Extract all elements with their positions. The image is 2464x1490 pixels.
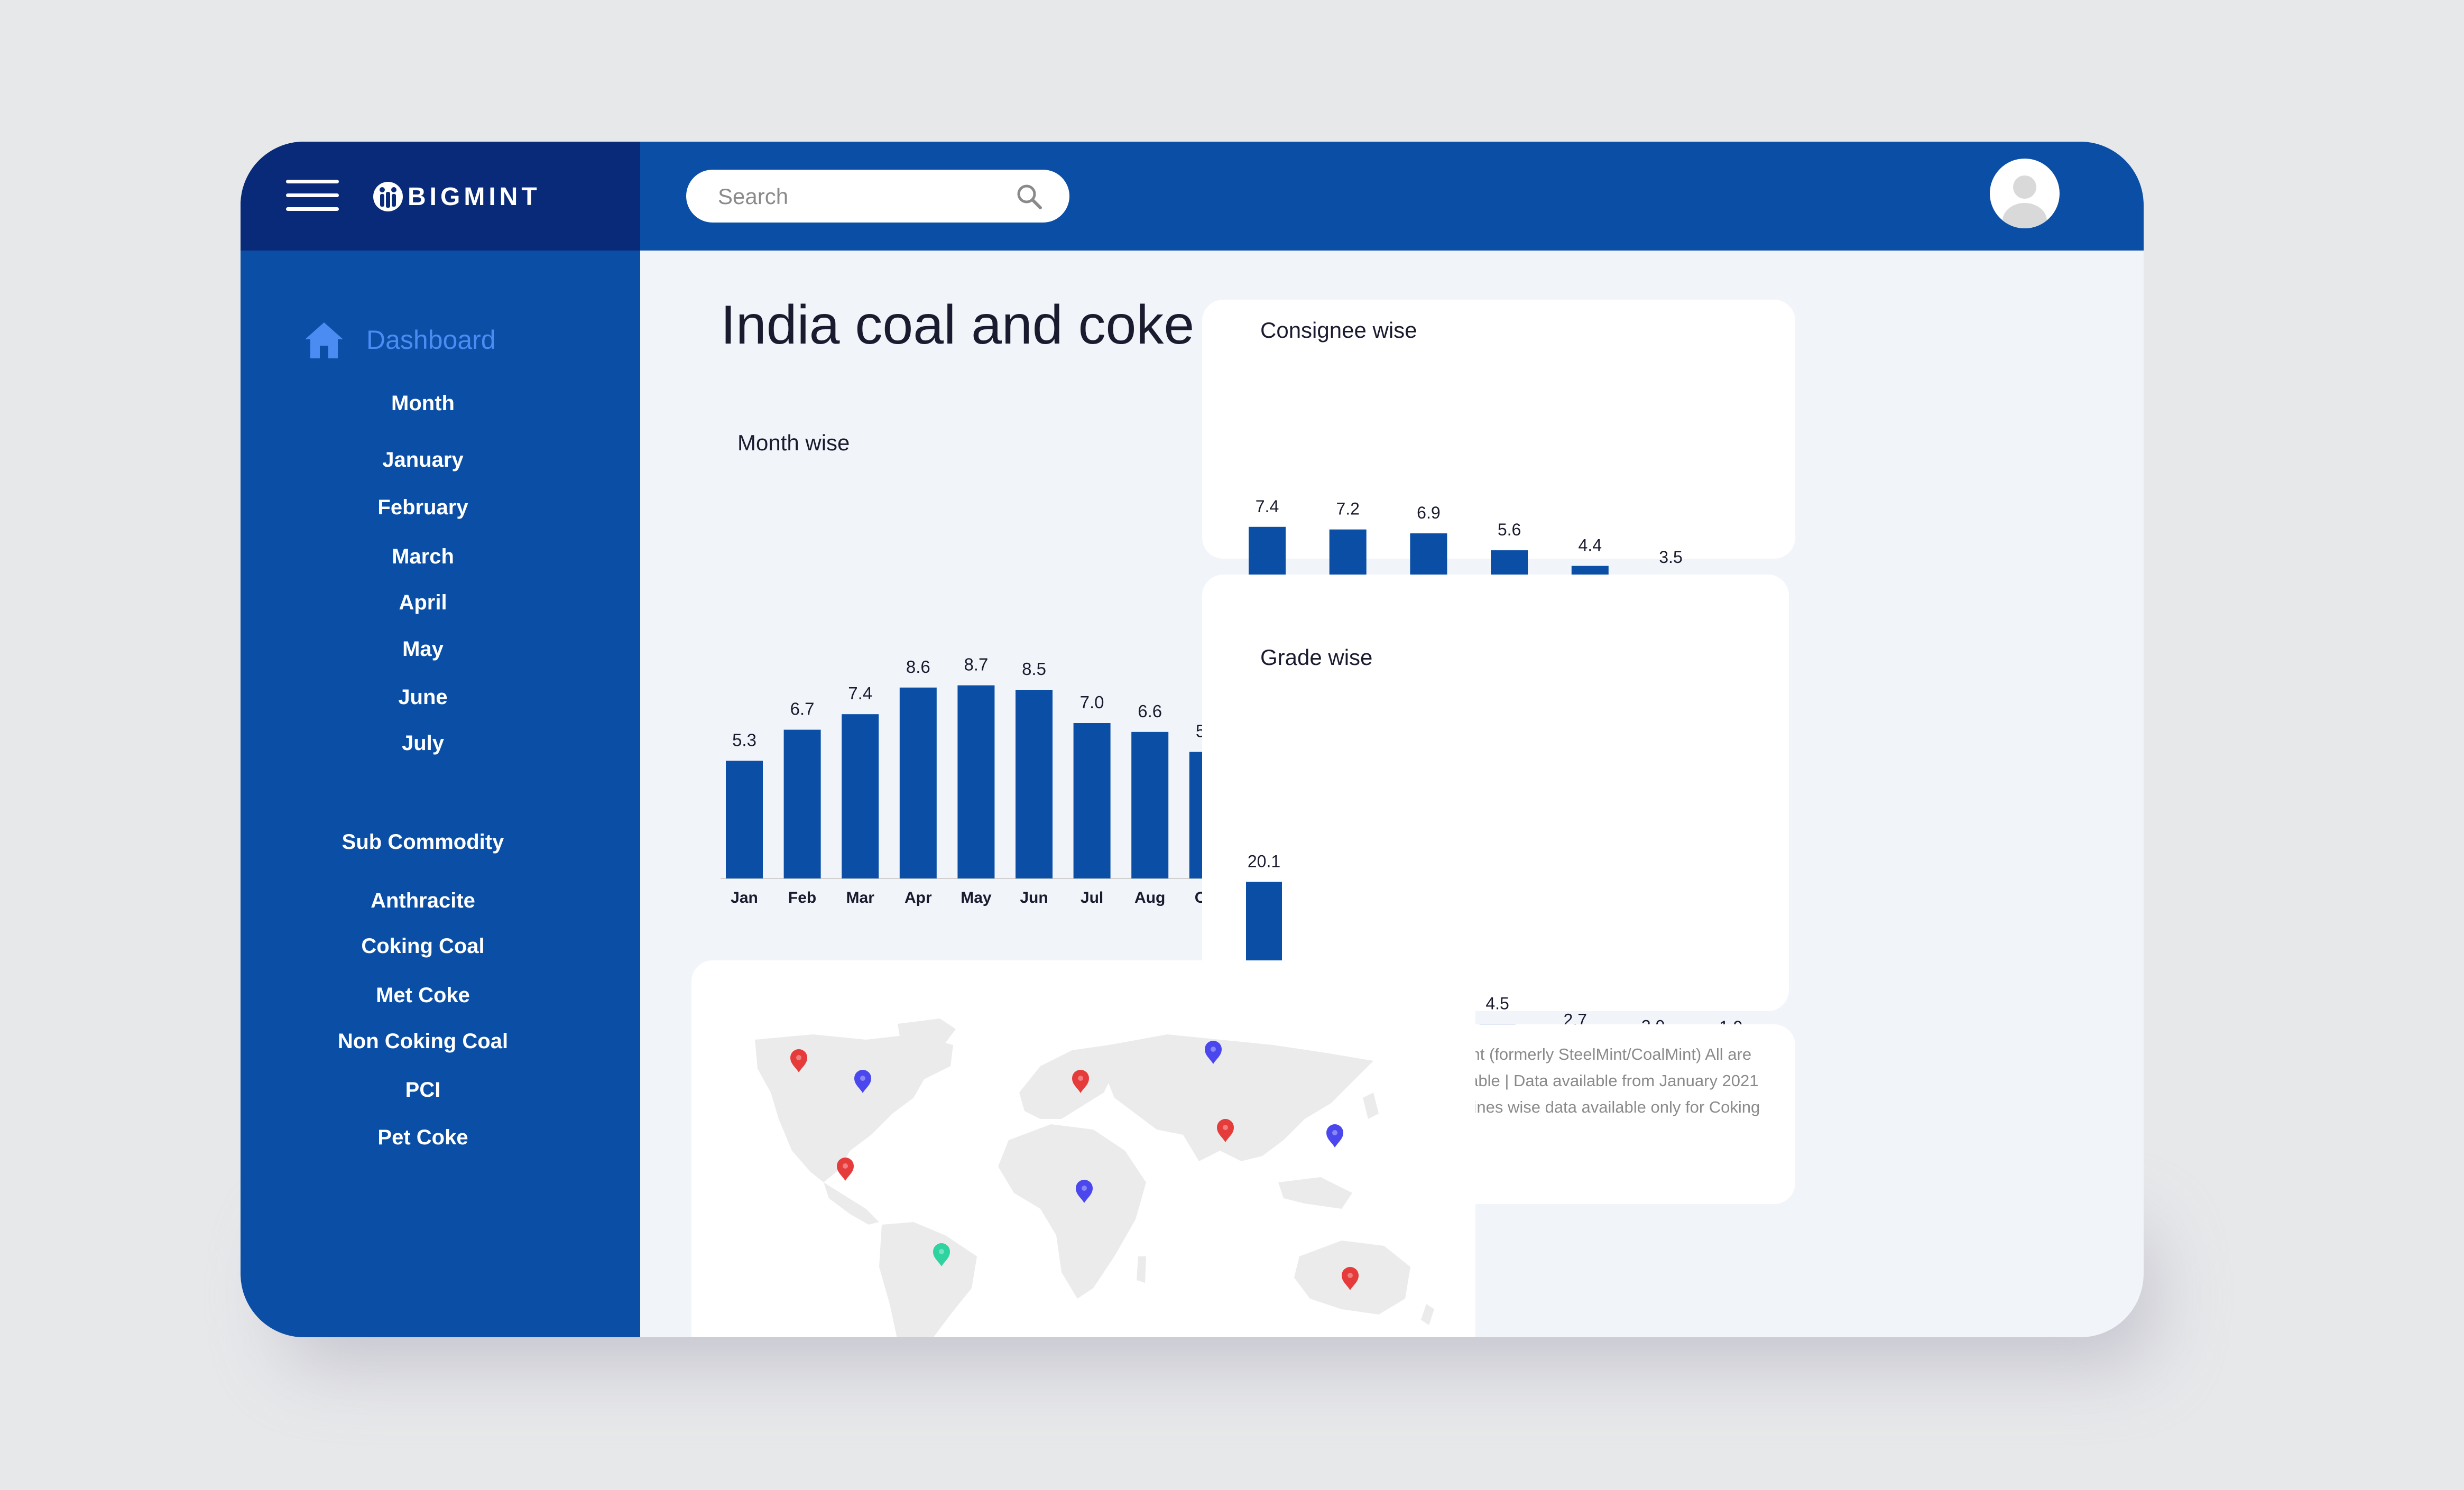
nav-item-june[interactable]: June [241,686,605,709]
nav-item-met-coke[interactable]: Met Coke [241,984,605,1007]
map-pin-icon[interactable] [837,1158,854,1181]
hamburger-menu-icon[interactable] [286,180,339,211]
africa-landmass [998,1124,1146,1299]
nav-item-may[interactable]: May [241,637,605,661]
south-america-landmass [879,1222,977,1337]
top-bar [640,142,2144,251]
nav-item-january[interactable]: January [241,448,605,472]
world-map-card [691,960,1475,1337]
nav-item-pet-coke[interactable]: Pet Coke [241,1126,605,1150]
nav-item-anthracite[interactable]: Anthracite [241,889,605,913]
logo-text: BIGMINT [408,182,541,211]
home-icon[interactable] [304,320,344,360]
bigmint-logo[interactable]: BIGMINT [373,181,541,212]
europe-landmass [1019,1045,1114,1119]
nav-item-non-coking-coal[interactable]: Non Coking Coal [241,1030,605,1053]
main-content: India coal and coke imports Month wise 5… [640,251,2144,1337]
nav-item-coking-coal[interactable]: Coking Coal [241,934,605,958]
new-zealand-landmass [1421,1304,1434,1325]
nav-dashboard[interactable]: Dashboard [366,325,496,355]
world-map [755,1019,1434,1337]
nav-item-pci[interactable]: PCI [241,1078,605,1102]
nav-item-april[interactable]: April [241,591,605,615]
japan-landmass [1363,1093,1379,1119]
southeast-asia-landmass [1278,1177,1352,1209]
nav-heading-sub-commodity: Sub Commodity [342,830,504,854]
map-pin-icon[interactable] [1326,1124,1343,1147]
nav-heading-month: Month [391,392,455,415]
logo-mark-icon [373,182,403,211]
nav-item-march[interactable]: March [241,545,605,569]
user-avatar-icon[interactable] [1990,159,2060,228]
grade-wise-chart: 20.1N/A5.9HCC5.3-4.5PHCC2.7GCV42002.0GCV… [1241,852,1755,1108]
search-icon[interactable] [1015,182,1045,212]
dashboard-window: BIGMINT Dashboard Month January February… [241,142,2144,1337]
search-bar[interactable] [686,170,1069,223]
sidebar: BIGMINT Dashboard Month January February… [241,142,640,1337]
madagascar-landmass [1137,1256,1146,1283]
search-input[interactable] [717,180,1015,213]
data-label: 4.5 [1485,994,1509,1013]
central-america-landmass [824,1182,879,1225]
nav-item-february[interactable]: February [241,496,605,520]
nav-item-july[interactable]: July [241,732,605,755]
north-america-landmass [755,1034,953,1182]
sidebar-header: BIGMINT [241,142,640,251]
data-label: 20.1 [1248,852,1280,871]
